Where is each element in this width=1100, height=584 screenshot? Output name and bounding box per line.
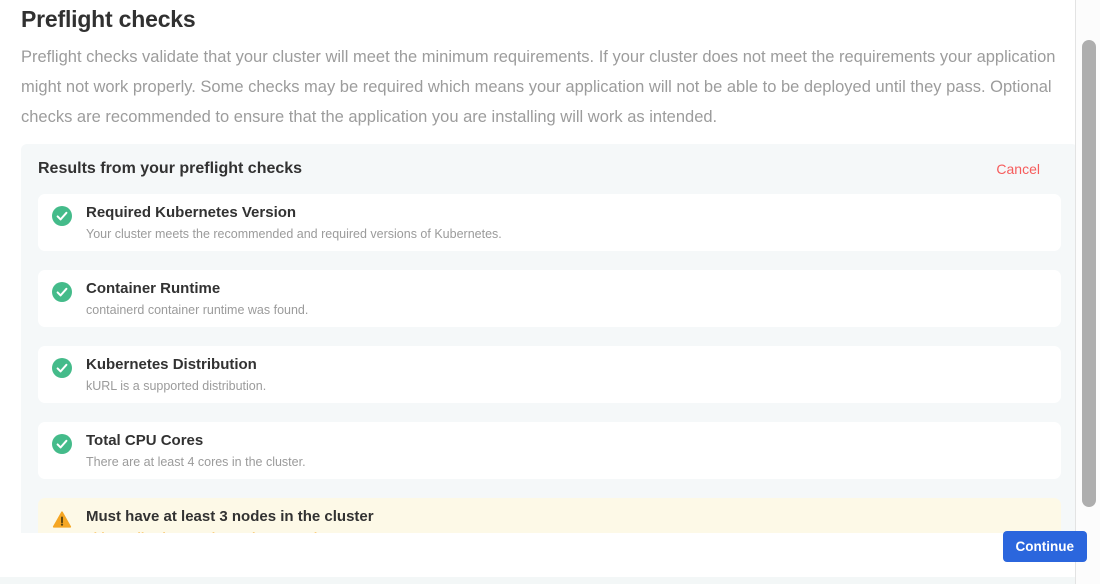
warning-triangle-icon: [52, 510, 72, 530]
page-description: Preflight checks validate that your clus…: [21, 42, 1069, 132]
check-message: kURL is a supported distribution.: [86, 379, 266, 393]
check-circle-icon: [52, 206, 72, 226]
results-card-header: Results from your preflight checks Cance…: [38, 159, 1061, 178]
check-circle-icon: [52, 434, 72, 454]
check-result-row: Kubernetes Distribution kURL is a suppor…: [38, 346, 1061, 403]
scrollbar-thumb[interactable]: [1082, 40, 1096, 507]
check-circle-icon: [52, 358, 72, 378]
check-message: containerd container runtime was found.: [86, 303, 308, 317]
check-circle-icon: [52, 282, 72, 302]
check-list: Required Kubernetes Version Your cluster…: [38, 194, 1061, 533]
bottom-strip: [0, 577, 1100, 584]
check-title: Kubernetes Distribution: [86, 356, 266, 374]
check-result-row: Required Kubernetes Version Your cluster…: [38, 194, 1061, 251]
check-result-row: Total CPU Cores There are at least 4 cor…: [38, 422, 1061, 479]
check-title: Required Kubernetes Version: [86, 204, 502, 222]
check-title: Total CPU Cores: [86, 432, 306, 450]
cancel-link[interactable]: Cancel: [996, 161, 1040, 177]
check-title: Container Runtime: [86, 280, 308, 298]
check-message: There are at least 4 cores in the cluste…: [86, 455, 306, 469]
page-title: Preflight checks: [21, 5, 1076, 33]
preflight-results-card: Results from your preflight checks Cance…: [21, 144, 1076, 533]
check-message: Your cluster meets the recommended and r…: [86, 227, 502, 241]
check-title: Must have at least 3 nodes in the cluste…: [86, 508, 374, 526]
check-result-row: Container Runtime containerd container r…: [38, 270, 1061, 327]
preflight-scroll-area: Preflight checks Preflight checks valida…: [0, 0, 1076, 533]
results-card-title: Results from your preflight checks: [38, 159, 302, 178]
check-message: This application requires at least 3 nod…: [86, 531, 374, 533]
scrollbar-track[interactable]: [1075, 0, 1100, 584]
continue-button[interactable]: Continue: [1003, 531, 1088, 562]
check-result-row: Must have at least 3 nodes in the cluste…: [38, 498, 1061, 533]
